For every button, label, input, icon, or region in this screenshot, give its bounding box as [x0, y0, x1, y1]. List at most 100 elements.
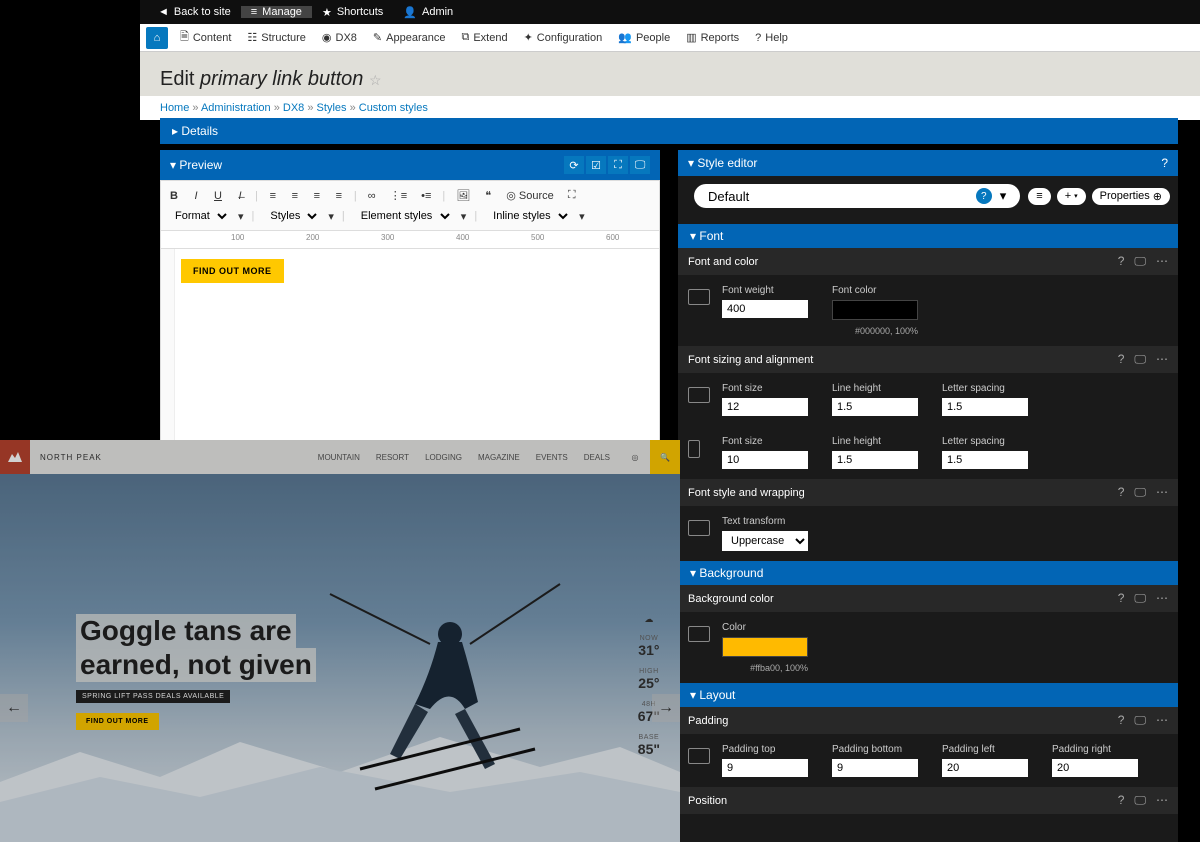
- nav-lodging[interactable]: LODGING: [425, 453, 462, 462]
- admin-appearance[interactable]: ✎Appearance: [365, 31, 454, 44]
- help-icon[interactable]: ?: [1118, 793, 1125, 808]
- nav-mountain[interactable]: MOUNTAIN: [318, 453, 360, 462]
- align-justify-button[interactable]: ≡: [332, 188, 346, 204]
- help-icon[interactable]: ?: [1118, 591, 1125, 606]
- line-height-input-mobile[interactable]: [832, 451, 918, 469]
- line-height-input[interactable]: [832, 398, 918, 416]
- hero-cta-button[interactable]: FIND OUT MORE: [76, 713, 159, 730]
- admin-structure[interactable]: ☷Structure: [239, 31, 314, 44]
- list-button[interactable]: ≡: [1028, 188, 1050, 205]
- home-icon[interactable]: ⌂: [146, 27, 168, 49]
- admin-extend[interactable]: ⧉Extend: [453, 31, 515, 44]
- admin-user[interactable]: 👤Admin: [393, 6, 463, 19]
- expand-icon[interactable]: ⛶: [608, 156, 628, 174]
- source-button[interactable]: ◎ Source: [503, 187, 557, 204]
- crumb-dx8[interactable]: DX8: [283, 102, 304, 114]
- back-to-site[interactable]: ◄Back to site: [148, 6, 241, 18]
- nav-deals[interactable]: DEALS: [584, 453, 610, 462]
- fullscreen-button[interactable]: ⛶: [565, 187, 579, 204]
- underline-button[interactable]: U: [211, 188, 225, 204]
- section-background[interactable]: ▾ Background: [678, 561, 1178, 585]
- check-icon[interactable]: ☑: [586, 156, 606, 174]
- font-color-swatch[interactable]: [832, 300, 918, 320]
- padding-left-input[interactable]: [942, 759, 1028, 777]
- breakpoint-icon[interactable]: 🖵: [1134, 713, 1146, 728]
- properties-button[interactable]: Properties ⊕: [1092, 188, 1170, 205]
- align-center-button[interactable]: ≡: [288, 188, 302, 204]
- padding-top-input[interactable]: [722, 759, 808, 777]
- refresh-icon[interactable]: ⟳: [564, 156, 584, 174]
- section-font[interactable]: ▾ Font: [678, 224, 1178, 248]
- crumb-home[interactable]: Home: [160, 102, 189, 114]
- help-icon[interactable]: ?: [1118, 352, 1125, 367]
- admin-people[interactable]: 👥People: [610, 31, 678, 44]
- help-icon[interactable]: ?: [1161, 156, 1168, 170]
- letter-spacing-input[interactable]: [942, 398, 1028, 416]
- site-name[interactable]: NORTH PEAK: [30, 453, 112, 462]
- breakpoint-icon[interactable]: 🖵: [1134, 352, 1146, 367]
- padding-right-input[interactable]: [1052, 759, 1138, 777]
- align-left-button[interactable]: ≡: [266, 188, 280, 204]
- details-accordion[interactable]: ▸ Details: [160, 118, 1178, 144]
- quote-button[interactable]: ❝: [481, 187, 495, 204]
- breakpoint-icon[interactable]: 🖵: [1134, 485, 1146, 500]
- more-icon[interactable]: ⋯: [1156, 254, 1168, 269]
- state-help-icon[interactable]: ?: [976, 188, 992, 204]
- more-icon[interactable]: ⋯: [1156, 485, 1168, 500]
- element-styles-select[interactable]: Element styles: [353, 208, 453, 224]
- desktop-breakpoint-icon[interactable]: [688, 387, 710, 403]
- padding-bottom-input[interactable]: [832, 759, 918, 777]
- desktop-icon[interactable]: 🖵: [630, 156, 650, 174]
- site-logo[interactable]: [0, 440, 30, 474]
- admin-reports[interactable]: ▥Reports: [678, 31, 747, 44]
- breakpoint-icon[interactable]: 🖵: [1134, 793, 1146, 808]
- styles-select[interactable]: Styles: [262, 208, 320, 224]
- crumb-styles[interactable]: Styles: [317, 102, 347, 114]
- help-icon[interactable]: ?: [1118, 254, 1125, 269]
- more-icon[interactable]: ⋯: [1156, 713, 1168, 728]
- more-icon[interactable]: ⋯: [1156, 352, 1168, 367]
- align-right-button[interactable]: ≡: [310, 188, 324, 204]
- breakpoint-icon[interactable]: 🖵: [1134, 254, 1146, 269]
- desktop-breakpoint-icon[interactable]: [688, 289, 710, 305]
- clear-format-button[interactable]: I̶: [233, 188, 247, 204]
- breakpoint-icon[interactable]: 🖵: [1134, 591, 1146, 606]
- desktop-breakpoint-icon[interactable]: [688, 520, 710, 536]
- admin-config[interactable]: ✦Configuration: [516, 31, 611, 44]
- font-size-input[interactable]: [722, 398, 808, 416]
- image-button[interactable]: 🖼: [453, 187, 473, 204]
- state-selector[interactable]: Default ? ▾: [694, 184, 1020, 208]
- prev-slide-button[interactable]: ←: [0, 694, 28, 722]
- nav-magazine[interactable]: MAGAZINE: [478, 453, 520, 462]
- italic-button[interactable]: I: [189, 188, 203, 204]
- desktop-breakpoint-icon[interactable]: [688, 626, 710, 642]
- admin-help[interactable]: ?Help: [747, 32, 796, 44]
- help-icon[interactable]: ?: [1118, 713, 1125, 728]
- desktop-breakpoint-icon[interactable]: [688, 748, 710, 764]
- crumb-admin[interactable]: Administration: [201, 102, 271, 114]
- admin-content[interactable]: 🗎Content: [172, 28, 239, 47]
- add-button[interactable]: +▾: [1057, 188, 1086, 205]
- nav-resort[interactable]: RESORT: [376, 453, 409, 462]
- ul-button[interactable]: •≡: [418, 188, 434, 204]
- target-icon[interactable]: ◎: [620, 440, 650, 474]
- bold-button[interactable]: B: [167, 188, 181, 204]
- more-icon[interactable]: ⋯: [1156, 793, 1168, 808]
- text-transform-select[interactable]: Uppercase: [722, 531, 808, 551]
- manage-toggle[interactable]: ≡Manage: [241, 6, 312, 18]
- more-icon[interactable]: ⋯: [1156, 591, 1168, 606]
- link-button[interactable]: ∞: [365, 188, 379, 204]
- admin-dx8[interactable]: ◉DX8: [314, 31, 365, 44]
- nav-events[interactable]: EVENTS: [536, 453, 568, 462]
- mobile-breakpoint-icon[interactable]: [688, 440, 700, 458]
- bg-color-swatch[interactable]: [722, 637, 808, 657]
- shortcuts-link[interactable]: ★Shortcuts: [312, 6, 393, 19]
- section-layout[interactable]: ▾ Layout: [678, 683, 1178, 707]
- font-size-input-mobile[interactable]: [722, 451, 808, 469]
- ol-button[interactable]: ⋮≡: [387, 187, 410, 204]
- help-icon[interactable]: ?: [1118, 485, 1125, 500]
- format-select[interactable]: Format: [167, 208, 230, 224]
- search-icon[interactable]: 🔍: [650, 440, 680, 474]
- inline-styles-select[interactable]: Inline styles: [485, 208, 571, 224]
- crumb-custom[interactable]: Custom styles: [359, 102, 428, 114]
